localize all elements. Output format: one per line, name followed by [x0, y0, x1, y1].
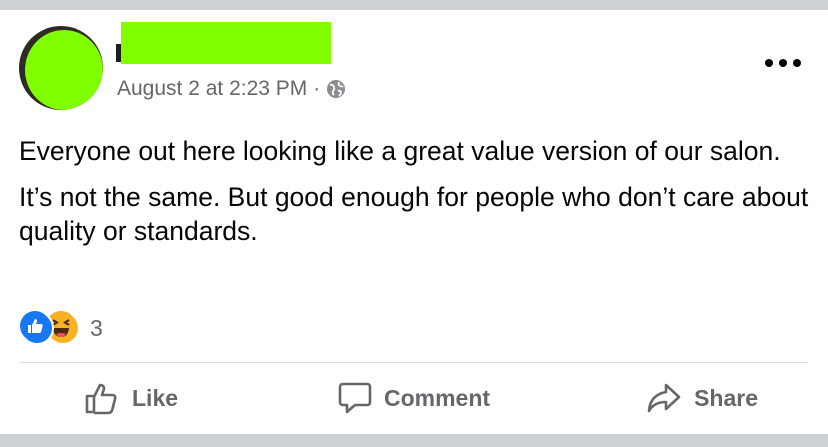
share-label: Share — [694, 384, 758, 411]
meta-separator: · — [313, 77, 321, 100]
share-button[interactable]: Share — [588, 372, 808, 424]
author-name-redaction[interactable] — [121, 22, 331, 64]
reactions-summary[interactable]: 3 — [20, 311, 103, 345]
thumbs-up-icon — [85, 383, 117, 415]
like-reaction-icon — [20, 311, 54, 345]
more-dot-icon — [779, 59, 787, 67]
avatar-redaction — [25, 30, 103, 110]
more-options-button[interactable] — [765, 55, 801, 71]
post-text: Everyone out here looking like a great v… — [19, 134, 809, 260]
comment-bubble-icon — [338, 382, 372, 414]
post-meta: August 2 at 2:23 PM · — [117, 76, 346, 102]
avatar[interactable] — [19, 26, 103, 110]
post-actions: Like Comment Share — [20, 372, 808, 424]
more-dot-icon — [793, 59, 801, 67]
feed-separator-top — [0, 0, 828, 10]
share-arrow-icon — [647, 383, 681, 413]
post-timestamp[interactable]: August 2 at 2:23 PM — [117, 77, 307, 101]
feed-separator-bottom — [0, 434, 828, 447]
post-paragraph: It’s not the same. But good enough for p… — [19, 182, 809, 246]
like-button[interactable]: Like — [20, 372, 240, 424]
reaction-count: 3 — [90, 314, 103, 341]
actions-divider — [20, 362, 808, 363]
post-paragraph: Everyone out here looking like a great v… — [19, 136, 781, 166]
comment-label: Comment — [383, 384, 491, 411]
more-dot-icon — [765, 59, 773, 67]
like-label: Like — [132, 384, 179, 411]
globe-icon[interactable] — [326, 79, 346, 99]
comment-button[interactable]: Comment — [289, 372, 539, 424]
